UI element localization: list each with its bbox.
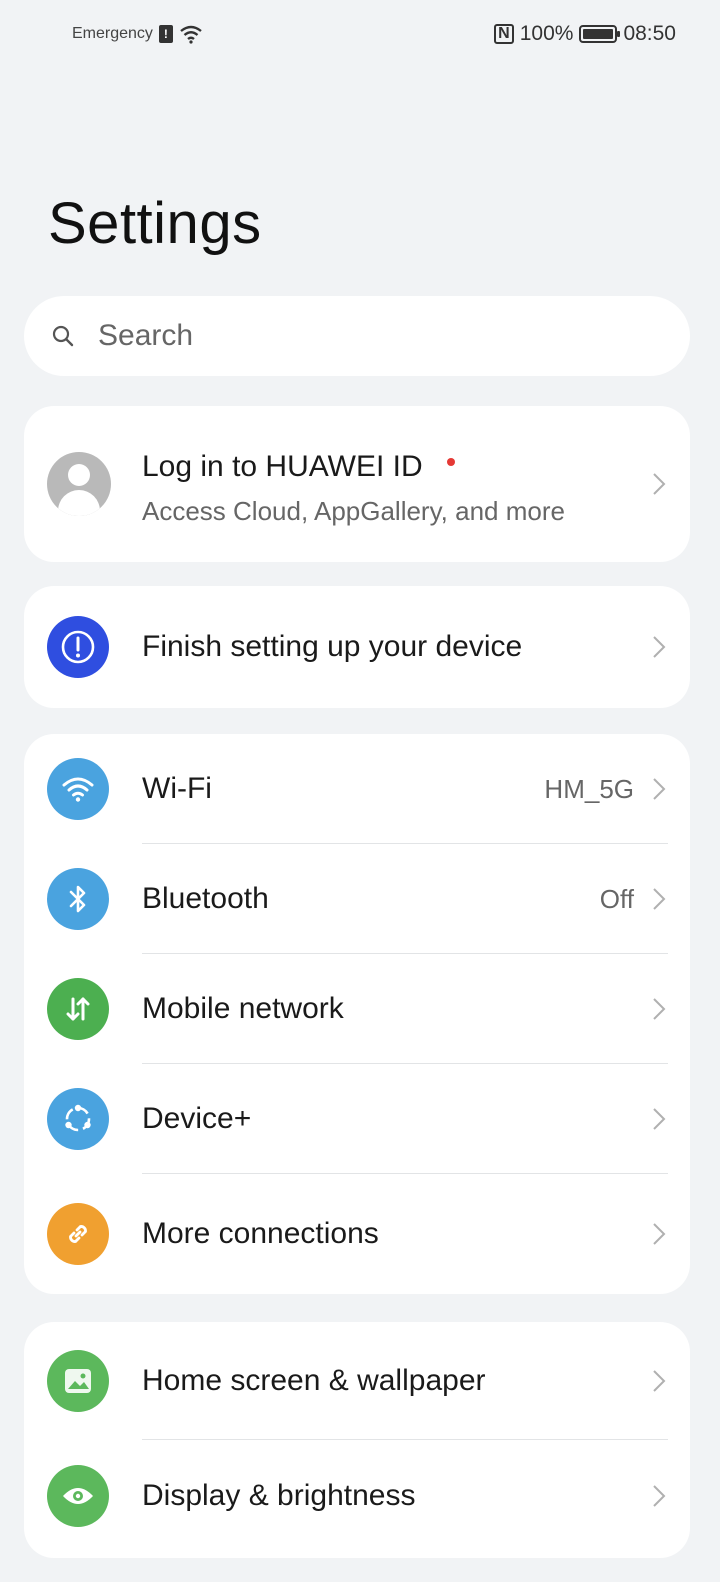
notification-dot — [446, 458, 455, 467]
device-plus-label: Device+ — [142, 1102, 252, 1135]
chevron-right-icon — [653, 1108, 666, 1130]
nfc-icon: N — [494, 24, 514, 44]
wifi-icon — [47, 758, 109, 820]
chevron-right-icon — [653, 1370, 666, 1392]
home-screen-wallpaper-label: Home screen & wallpaper — [142, 1364, 486, 1397]
alert-icon — [47, 616, 109, 678]
status-right: N 100% 08:50 — [494, 22, 676, 46]
battery-percent: 100% — [519, 22, 574, 45]
account-subtitle: Access Cloud, AppGallery, and more — [142, 496, 565, 526]
connectivity-card: Wi-Fi HM_5G Bluetooth Off Mobile network — [24, 734, 690, 1294]
status-left: Emergency ! — [72, 24, 203, 44]
huawei-id-login-row[interactable]: Log in to HUAWEI ID Access Cloud, AppGal… — [24, 406, 690, 562]
clock: 08:50 — [623, 22, 676, 45]
bluetooth-status: Off — [599, 883, 634, 914]
bluetooth-row[interactable]: Bluetooth Off — [24, 844, 690, 954]
link-icon — [47, 1203, 109, 1265]
emergency-label: Emergency — [72, 25, 153, 42]
account-card[interactable]: Log in to HUAWEI ID Access Cloud, AppGal… — [24, 406, 690, 562]
finish-setup-label: Finish setting up your device — [142, 630, 523, 663]
display-brightness-row[interactable]: Display & brightness — [24, 1440, 690, 1552]
home-screen-wallpaper-row[interactable]: Home screen & wallpaper — [24, 1322, 690, 1440]
more-connections-label: More connections — [142, 1217, 379, 1250]
display-card: Home screen & wallpaper Display & bright… — [24, 1322, 690, 1558]
mobile-network-row[interactable]: Mobile network — [24, 954, 690, 1064]
wifi-label: Wi-Fi — [142, 772, 212, 805]
chevron-right-icon — [653, 1485, 666, 1507]
chevron-right-icon — [653, 473, 666, 495]
chevron-right-icon — [653, 888, 666, 910]
wifi-network-name: HM_5G — [544, 773, 634, 804]
bluetooth-label: Bluetooth — [142, 882, 269, 915]
setup-card[interactable]: Finish setting up your device — [24, 586, 690, 708]
chevron-right-icon — [653, 1223, 666, 1245]
account-title: Log in to HUAWEI ID — [142, 450, 455, 484]
chevron-right-icon — [653, 636, 666, 658]
display-brightness-label: Display & brightness — [142, 1479, 416, 1512]
avatar — [47, 452, 111, 516]
eye-icon — [47, 1465, 109, 1527]
chevron-right-icon — [653, 998, 666, 1020]
image-icon — [47, 1350, 109, 1412]
wifi-status-icon — [180, 25, 202, 44]
account-title-text: Log in to HUAWEI ID — [142, 450, 423, 483]
search-input[interactable] — [96, 318, 620, 354]
battery-icon — [579, 25, 621, 43]
more-connections-row[interactable]: More connections — [24, 1174, 690, 1294]
wifi-row[interactable]: Wi-Fi HM_5G — [24, 734, 690, 844]
mobile-network-label: Mobile network — [142, 992, 344, 1025]
mobile-network-icon — [47, 978, 109, 1040]
sim-alert-icon: ! — [158, 25, 173, 43]
finish-setup-row[interactable]: Finish setting up your device — [24, 586, 690, 708]
device-plus-icon — [47, 1088, 109, 1150]
chevron-right-icon — [653, 778, 666, 800]
search-icon — [52, 325, 74, 347]
status-bar: Emergency ! N 100% 08:50 — [0, 0, 720, 72]
bluetooth-icon — [47, 868, 109, 930]
search-bar[interactable] — [24, 296, 690, 376]
device-plus-row[interactable]: Device+ — [24, 1064, 690, 1174]
page-title: Settings — [48, 191, 262, 256]
